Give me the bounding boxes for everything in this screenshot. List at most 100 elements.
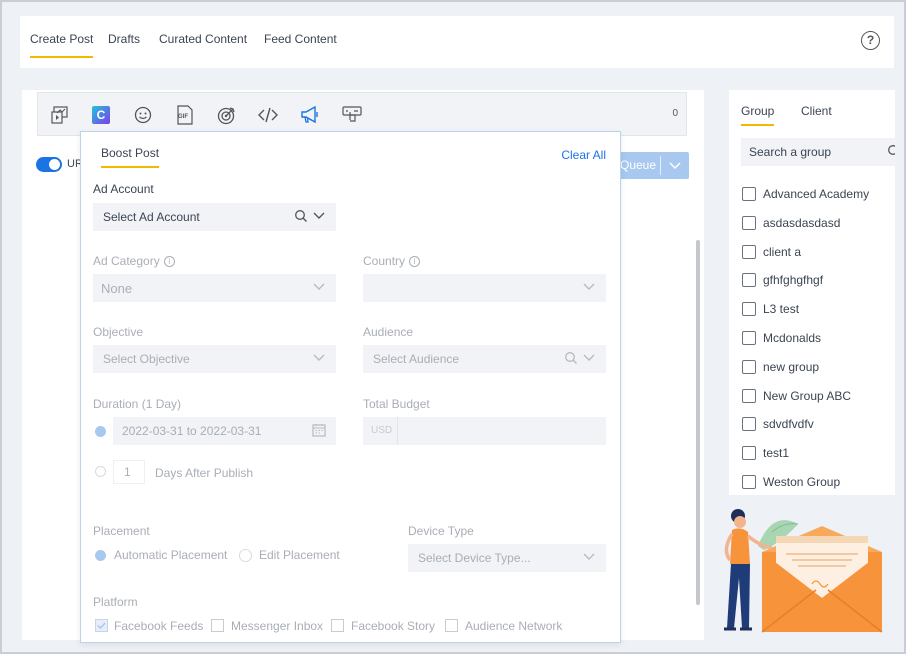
total-budget-label: Total Budget: [363, 397, 430, 411]
platform-label: Platform: [93, 595, 138, 609]
edit-placement-radio[interactable]: [239, 549, 252, 562]
group-name: L3 test: [763, 302, 800, 317]
tab-drafts[interactable]: Drafts: [108, 32, 140, 46]
group-checkbox[interactable]: [742, 417, 756, 432]
ad-category-value: None: [101, 281, 133, 296]
search-icon: [564, 351, 578, 368]
media-upload-icon[interactable]: [50, 105, 70, 125]
ad-category-select[interactable]: None: [93, 274, 336, 302]
emoji-icon[interactable]: [133, 105, 153, 125]
messenger-inbox-checkbox[interactable]: [211, 619, 224, 632]
audience-network-label: Audience Network: [465, 619, 563, 633]
currency-divider: [397, 417, 398, 445]
days-after-radio[interactable]: [95, 466, 106, 477]
group-search-input[interactable]: [749, 145, 879, 159]
chevron-down-icon: [312, 280, 326, 297]
group-name: new group: [763, 359, 820, 374]
envelope-illustration: [712, 502, 888, 634]
target-icon[interactable]: [216, 105, 236, 125]
queue-button[interactable]: Queue: [616, 152, 689, 179]
canva-icon[interactable]: C: [91, 105, 111, 125]
group-name: client a: [763, 244, 802, 259]
group-sidebar: Group Client Advanced Academy asdasdasdas…: [729, 90, 898, 495]
chevron-down-icon: [582, 351, 596, 368]
group-checkbox[interactable]: [742, 215, 756, 230]
group-name: sdvdfvdfv: [763, 417, 814, 432]
date-range-picker[interactable]: 2022-03-31 to 2022-03-31: [113, 417, 336, 445]
ad-account-select[interactable]: Select Ad Account: [93, 203, 336, 231]
clear-all-link[interactable]: Clear All: [561, 148, 606, 162]
info-icon: i: [409, 256, 421, 267]
megaphone-icon[interactable]: [300, 105, 320, 125]
calendar-icon: [312, 423, 326, 440]
group-checkbox[interactable]: [742, 331, 756, 345]
objective-select[interactable]: Select Objective: [93, 345, 336, 373]
group-name: asdasdasdasd: [763, 215, 841, 230]
days-after-value: 1: [124, 465, 131, 479]
help-icon[interactable]: ?: [861, 31, 880, 50]
group-name: Mcdonalds: [763, 331, 822, 345]
days-after-input[interactable]: 1: [113, 460, 145, 484]
placement-label: Placement: [93, 524, 150, 538]
group-name: gfhfghgfhgf: [763, 273, 824, 288]
code-icon[interactable]: [258, 105, 278, 125]
group-checkbox[interactable]: [742, 359, 756, 374]
audience-placeholder: Select Audience: [373, 352, 460, 366]
currency-label: USD: [371, 425, 393, 436]
group-checkbox[interactable]: [742, 244, 756, 259]
ad-account-placeholder: Select Ad Account: [103, 210, 200, 224]
messenger-inbox-label: Messenger Inbox: [231, 619, 324, 633]
queue-button-label: Queue: [620, 158, 657, 172]
tab-create-post[interactable]: Create Post: [30, 32, 94, 58]
tab-curated-content[interactable]: Curated Content: [159, 32, 247, 46]
group-name: Advanced Academy: [763, 187, 870, 201]
post-toggle[interactable]: [36, 157, 62, 172]
boost-post-tab[interactable]: Boost Post: [101, 146, 160, 168]
objective-placeholder: Select Objective: [103, 352, 190, 366]
chevron-down-icon[interactable]: [668, 156, 682, 177]
automatic-placement-label: Automatic Placement: [114, 548, 228, 562]
composer-toolbar: C GIF 0: [37, 92, 687, 136]
info-icon: i: [163, 256, 175, 267]
chevron-down-icon: [582, 550, 596, 567]
automatic-placement-radio[interactable]: [95, 550, 106, 561]
tab-group[interactable]: Group: [741, 104, 775, 126]
group-search: [741, 138, 898, 166]
group-checkbox[interactable]: [742, 475, 756, 489]
total-budget-input[interactable]: USD: [363, 417, 606, 445]
objective-label: Objective: [93, 325, 144, 339]
device-type-select[interactable]: Select Device Type...: [408, 544, 606, 572]
country-label-text: Country: [363, 254, 406, 268]
chevron-down-icon: [312, 351, 326, 368]
audience-select[interactable]: Select Audience: [363, 345, 606, 373]
tab-client[interactable]: Client: [801, 104, 832, 118]
audience-network-checkbox[interactable]: [445, 619, 458, 632]
chevron-down-icon: [312, 209, 326, 226]
group-checkbox[interactable]: [742, 273, 756, 288]
group-checkbox[interactable]: [742, 302, 756, 317]
chevron-down-icon: [582, 280, 596, 297]
hand-pointer-icon[interactable]: [342, 105, 362, 125]
country-select[interactable]: [363, 274, 606, 302]
character-count: 0: [672, 108, 678, 119]
group-name: New Group ABC: [763, 388, 852, 403]
date-range-radio[interactable]: [95, 426, 106, 437]
group-checkbox[interactable]: [742, 187, 756, 201]
ad-category-label: Ad Category i: [93, 254, 175, 268]
group-checkbox[interactable]: [742, 446, 756, 461]
queue-divider: [660, 156, 661, 175]
search-icon: [294, 209, 308, 226]
duration-label: Duration (1 Day): [93, 397, 182, 411]
facebook-feeds-checkbox[interactable]: [95, 619, 108, 632]
composer-scrollbar[interactable]: [696, 240, 700, 605]
search-icon[interactable]: [887, 144, 898, 161]
device-type-placeholder: Select Device Type...: [418, 551, 531, 565]
audience-label: Audience: [363, 325, 414, 339]
edit-placement-label: Edit Placement: [259, 548, 340, 562]
country-label: Country i: [363, 254, 421, 268]
facebook-story-checkbox[interactable]: [331, 619, 344, 632]
facebook-story-label: Facebook Story: [351, 619, 436, 633]
group-checkbox[interactable]: [742, 388, 756, 403]
gif-icon[interactable]: GIF: [175, 105, 195, 125]
tab-feed-content[interactable]: Feed Content: [264, 32, 337, 46]
